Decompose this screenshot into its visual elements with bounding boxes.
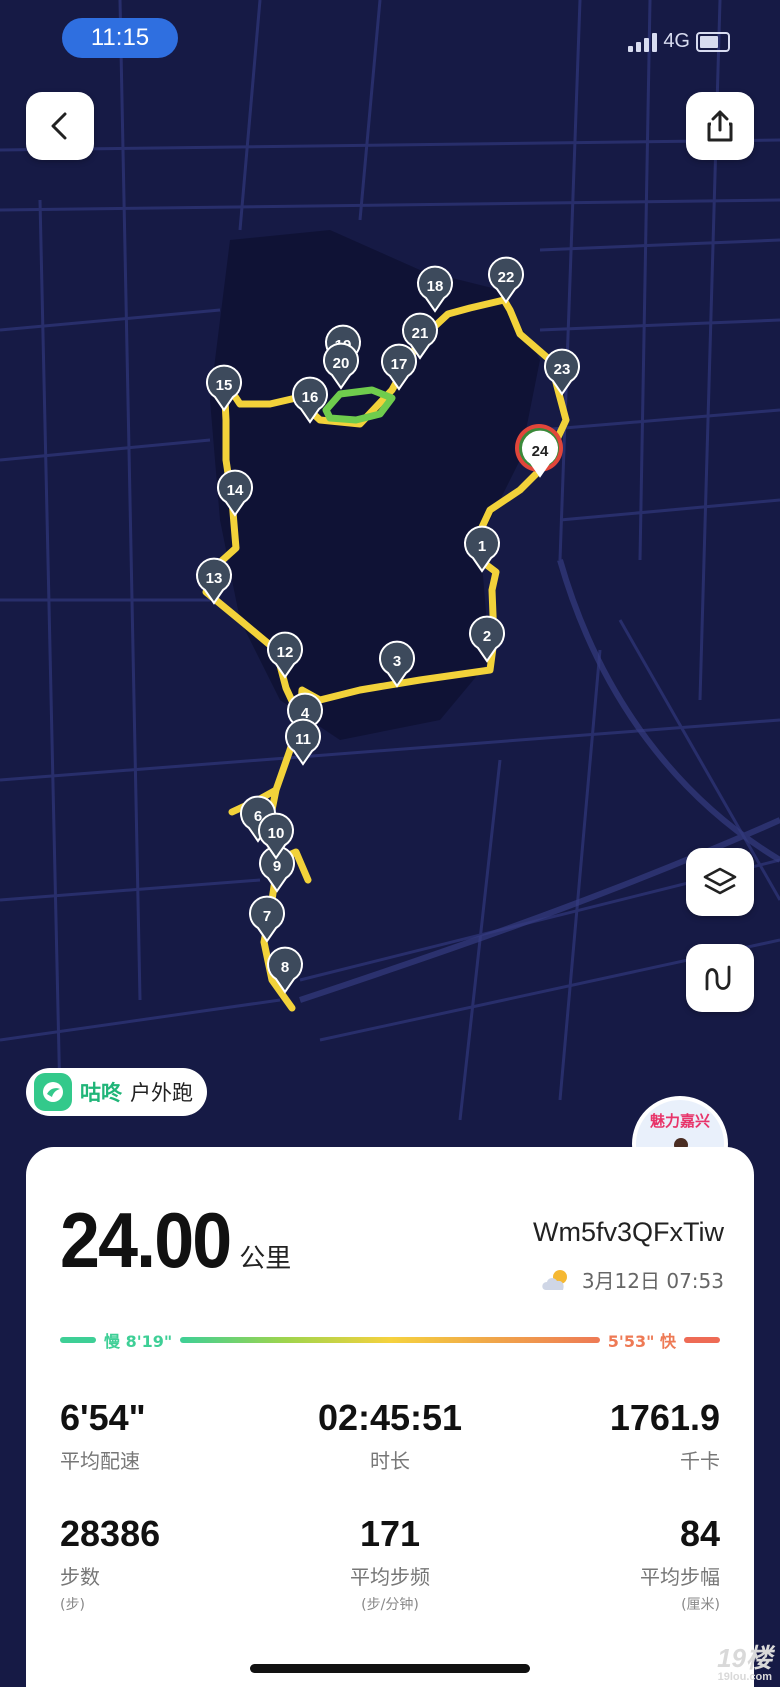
km-marker-label: 13 xyxy=(206,570,223,587)
activity-type: 户外跑 xyxy=(130,1081,193,1105)
stat-avg-pace: 6'54" 平均配速 xyxy=(60,1397,260,1474)
stat-label: 步数 xyxy=(60,1565,100,1589)
km-marker-label: 20 xyxy=(333,355,350,372)
stat-label: 平均配速 xyxy=(60,1449,140,1473)
codoon-logo-icon xyxy=(34,1073,72,1111)
stat-label: 平均步幅 xyxy=(640,1565,720,1589)
avatar-badge-text: 魅力嘉兴 xyxy=(649,1112,710,1130)
km-marker-label: 9 xyxy=(273,858,281,875)
pace-fast-swatch xyxy=(684,1337,720,1343)
distance-block: 24.00 公里 xyxy=(60,1195,291,1286)
signal-icon xyxy=(628,32,658,52)
km-marker-label: 1 xyxy=(478,538,486,555)
watermark-sub: 19lou.com xyxy=(717,1671,772,1683)
stat-stride: 84 平均步幅 (厘米) xyxy=(520,1513,720,1614)
wave-icon xyxy=(705,965,731,991)
stat-value: 84 xyxy=(679,1513,720,1554)
km-marker-label: 23 xyxy=(554,361,571,378)
stat-label: 千卡 xyxy=(680,1449,720,1473)
stat-unit: (步/分钟) xyxy=(361,1597,419,1613)
pace-fast-label: 5'53" 快 xyxy=(607,1332,676,1351)
km-marker-label: 12 xyxy=(277,644,294,661)
map-layers-button[interactable] xyxy=(686,848,754,916)
status-indicators: 4G xyxy=(628,30,730,53)
battery-icon xyxy=(696,31,730,52)
distance-value: 24.00 xyxy=(60,1196,232,1284)
km-marker-label: 21 xyxy=(412,325,429,342)
km-marker-label: 2 xyxy=(483,628,491,645)
watermark-main: 19楼 xyxy=(717,1643,772,1673)
partly-cloudy-icon xyxy=(542,1269,567,1290)
back-button[interactable] xyxy=(26,92,94,160)
km-marker-label: 10 xyxy=(268,825,285,842)
km-marker-label: 24 xyxy=(532,443,549,460)
stat-unit: (步) xyxy=(60,1597,85,1613)
stat-duration: 02:45:51 时长 xyxy=(290,1397,490,1474)
stat-label: 平均步频 xyxy=(350,1565,430,1589)
network-type: 4G xyxy=(663,30,690,52)
stat-unit: (厘米) xyxy=(681,1597,720,1613)
pace-gradient-bar xyxy=(180,1337,600,1343)
user-id: Wm5fv3QFxTiw xyxy=(533,1217,724,1247)
summary-card: 24.00 公里 Wm5fv3QFxTiw 3月12日 07:53 慢 8'19… xyxy=(26,1147,754,1687)
km-marker-label: 22 xyxy=(498,269,515,286)
elevation-chart-button[interactable] xyxy=(686,944,754,1012)
km-marker-label: 3 xyxy=(393,653,401,670)
pace-slow-label: 慢 8'19" xyxy=(104,1332,173,1351)
km-marker-label: 14 xyxy=(227,482,244,499)
weather-date: 3月12日 07:53 xyxy=(540,1265,724,1294)
km-marker-label: 7 xyxy=(263,908,271,925)
app-activity-tag: 咕咚 户外跑 xyxy=(26,1068,207,1116)
stat-steps: 28386 步数 (步) xyxy=(60,1513,260,1614)
stat-label: 时长 xyxy=(370,1449,410,1473)
km-marker-label: 11 xyxy=(295,731,311,748)
distance-unit: 公里 xyxy=(239,1244,292,1274)
stat-value: 28386 xyxy=(60,1513,161,1554)
app-brand: 咕咚 xyxy=(80,1081,122,1105)
layers-icon xyxy=(703,867,737,895)
stat-calories: 1761.9 千卡 xyxy=(520,1397,720,1474)
activity-datetime: 3月12日 07:53 xyxy=(581,1269,724,1293)
km-marker-label: 17 xyxy=(391,356,408,373)
stat-value: 02:45:51 xyxy=(317,1397,463,1438)
km-marker-label: 15 xyxy=(216,377,233,394)
share-button[interactable] xyxy=(686,92,754,160)
status-time-pill: 11:15 xyxy=(62,18,178,58)
home-indicator[interactable] xyxy=(250,1664,530,1673)
chevron-left-icon xyxy=(51,112,67,140)
stat-value: 6'54" xyxy=(60,1397,146,1438)
stat-value: 171 xyxy=(359,1513,421,1554)
watermark: 19楼 19lou.com xyxy=(717,1638,772,1683)
stat-cadence: 171 平均步频 (步/分钟) xyxy=(290,1513,490,1614)
km-marker-label: 8 xyxy=(281,959,289,976)
km-marker-label: 16 xyxy=(302,389,319,406)
share-icon xyxy=(707,110,733,142)
km-marker-label: 18 xyxy=(427,278,444,295)
pace-slow-swatch xyxy=(60,1337,96,1343)
status-time: 11:15 xyxy=(90,24,150,51)
stat-value: 1761.9 xyxy=(609,1397,720,1438)
pace-legend: 慢 8'19" 5'53" 快 xyxy=(60,1327,720,1353)
